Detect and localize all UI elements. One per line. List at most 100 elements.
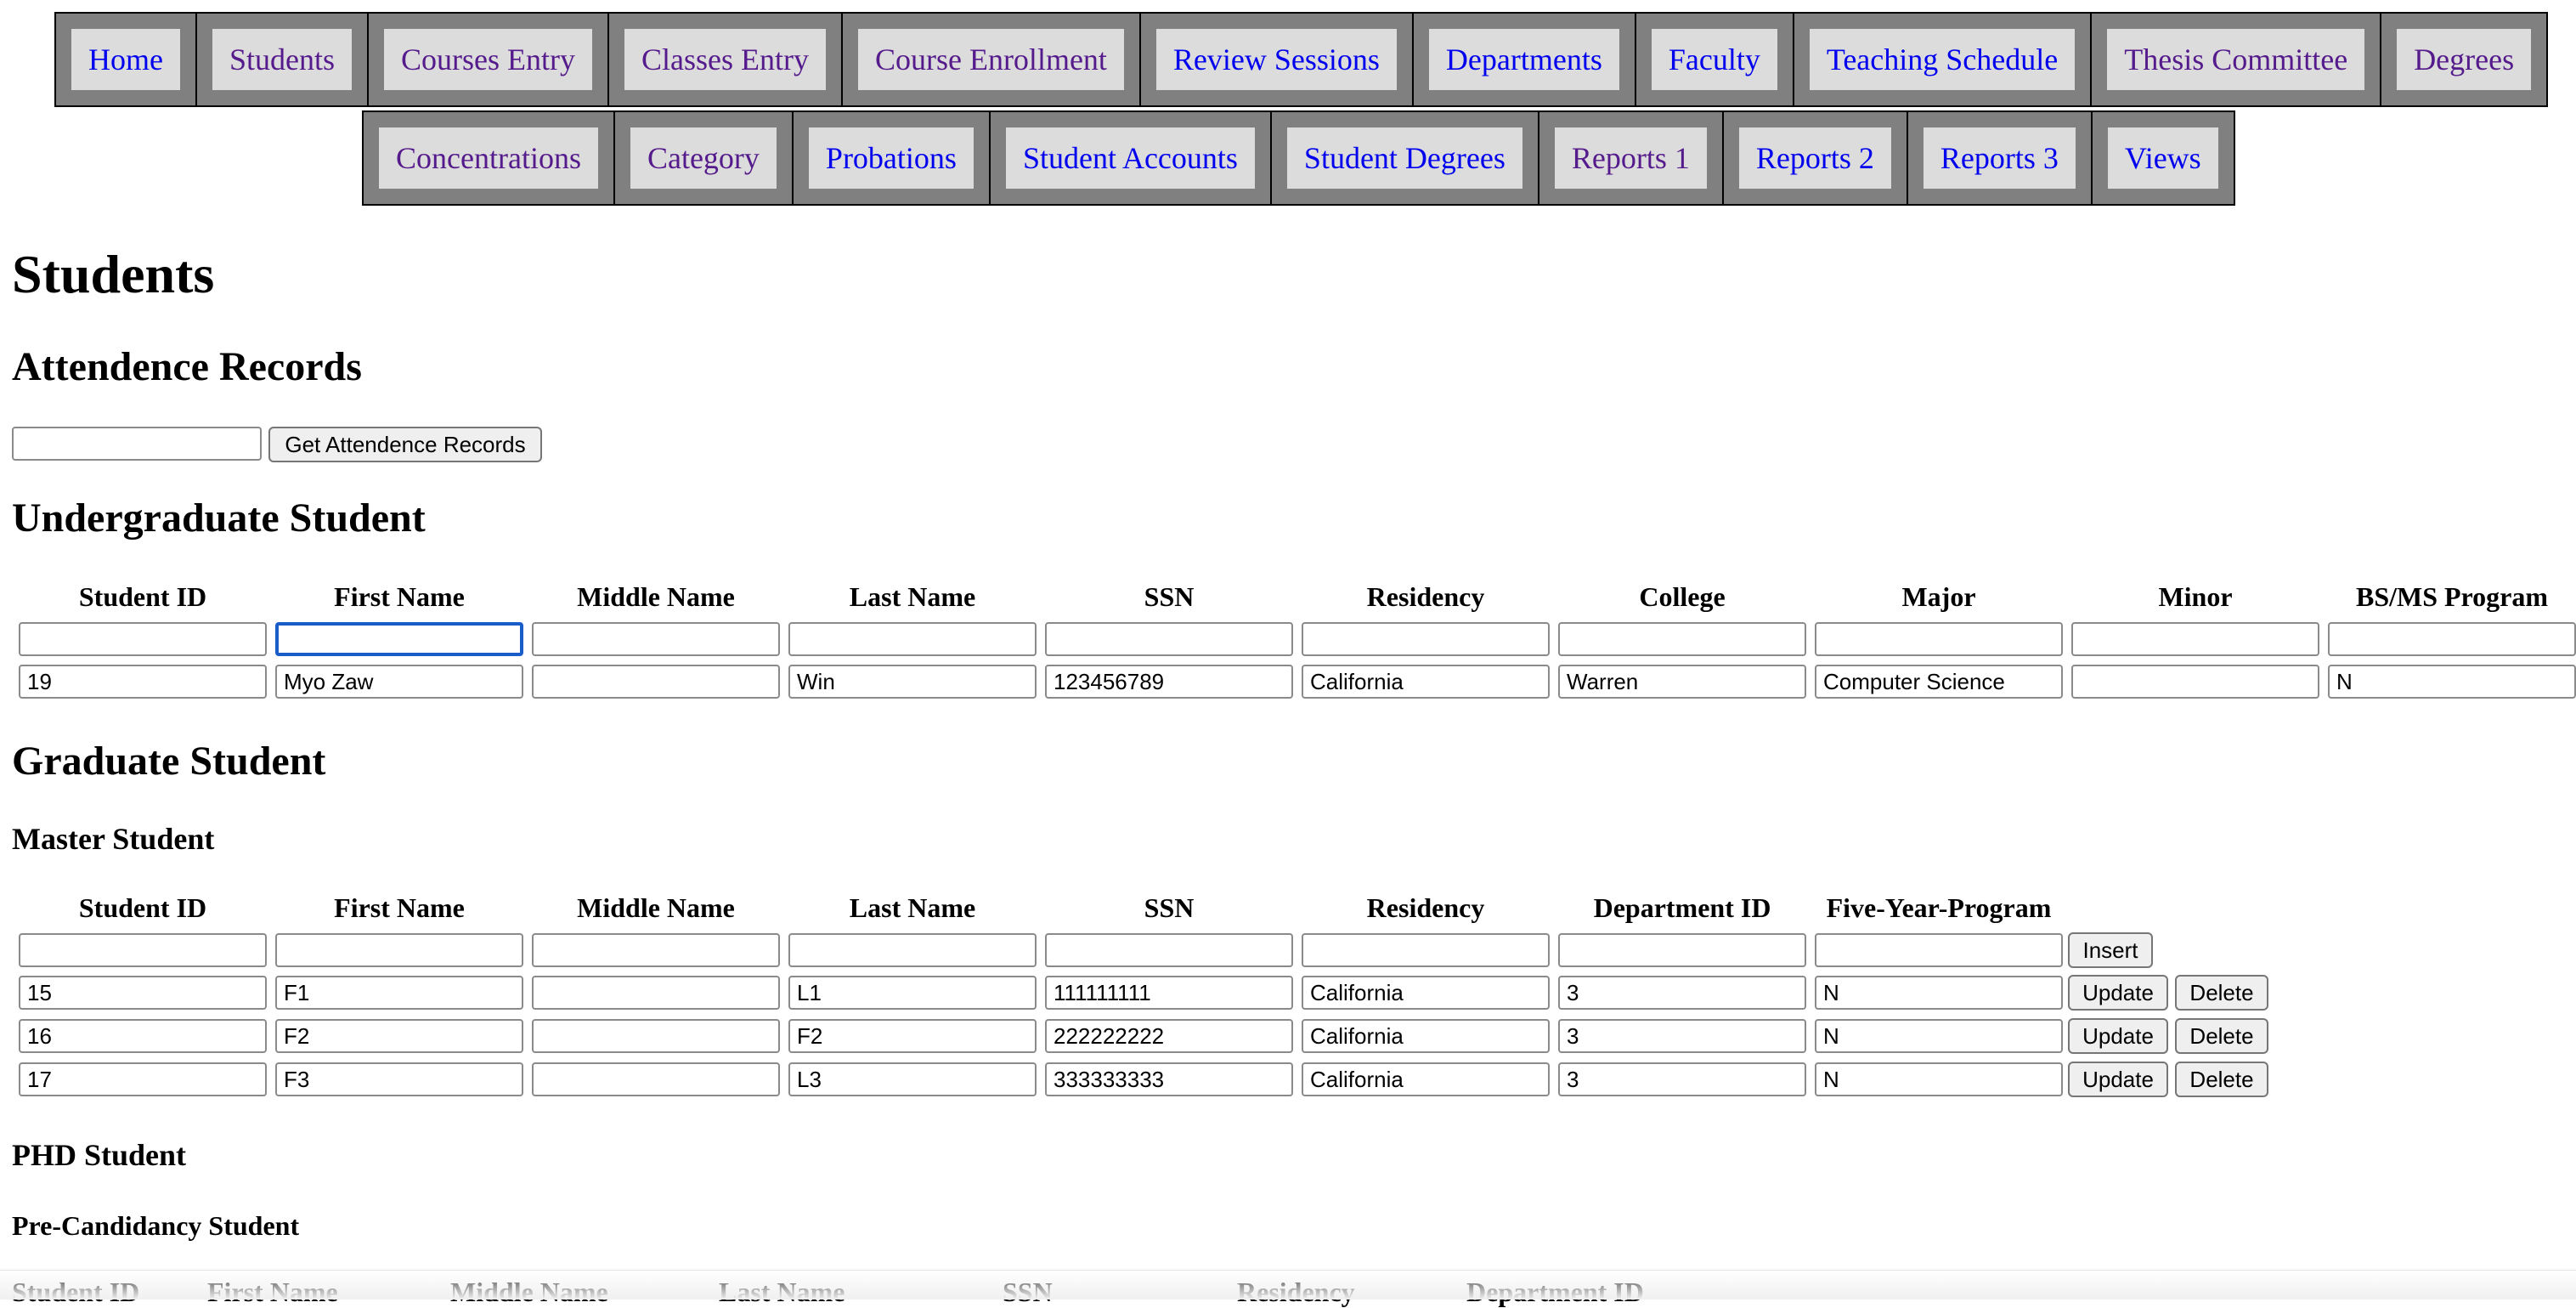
undergrad-row-field[interactable]: N (2328, 665, 2576, 699)
master-row-field[interactable]: F1 (275, 976, 523, 1010)
nav-cell: Classes Entry (607, 12, 843, 107)
insert-button[interactable]: Insert (2068, 932, 2153, 968)
undergrad-new-field[interactable] (19, 622, 267, 656)
master-row-field[interactable]: N (1815, 1019, 2063, 1053)
update-button[interactable]: Update (2068, 1062, 2168, 1097)
master-row-field[interactable] (532, 976, 780, 1010)
delete-button[interactable]: Delete (2175, 1018, 2268, 1054)
nav-link-thesis-committee[interactable]: Thesis Committee (2107, 29, 2365, 90)
master-row-field[interactable]: 3 (1558, 1019, 1806, 1053)
nav-link-home[interactable]: Home (71, 29, 180, 90)
master-new-field[interactable] (275, 933, 523, 967)
update-button[interactable]: Update (2068, 1018, 2168, 1054)
master-new-field[interactable] (1558, 933, 1806, 967)
master-row-field[interactable] (532, 1062, 780, 1096)
undergrad-new-field[interactable] (275, 622, 523, 656)
nav-cell: Home (54, 12, 197, 107)
delete-button[interactable]: Delete (2175, 1062, 2268, 1097)
master-new-field[interactable] (532, 933, 780, 967)
master-row-field[interactable]: California (1302, 1062, 1550, 1096)
undergrad-row-field[interactable]: Warren (1558, 665, 1806, 699)
undergrad-row-field[interactable] (532, 665, 780, 699)
nav-cell: Students (195, 12, 369, 107)
delete-button[interactable]: Delete (2175, 975, 2268, 1011)
undergrad-row-field[interactable]: California (1302, 665, 1550, 699)
page-title: Students (12, 244, 215, 304)
master-row-field[interactable]: 333333333 (1045, 1062, 1293, 1096)
nav-cell: Course Enrollment (840, 12, 1141, 107)
nav-link-teaching-schedule[interactable]: Teaching Schedule (1809, 29, 2076, 90)
nav-link-reports-1[interactable]: Reports 1 (1554, 127, 1707, 189)
nav-link-student-accounts[interactable]: Student Accounts (1005, 127, 1255, 189)
master-row-field[interactable] (532, 1019, 780, 1053)
attendance-input[interactable] (12, 427, 262, 461)
graduate-heading: Graduate Student (12, 739, 326, 784)
master-row-field[interactable]: N (1815, 976, 2063, 1010)
undergrad-new-field[interactable] (1558, 622, 1806, 656)
undergrad-row-field[interactable]: Win (788, 665, 1037, 699)
nav-link-courses-entry[interactable]: Courses Entry (384, 29, 592, 90)
nav-link-reports-3[interactable]: Reports 3 (1923, 127, 2076, 189)
master-row-field[interactable]: 16 (19, 1019, 267, 1053)
undergrad-new-field[interactable] (788, 622, 1037, 656)
master-row-field[interactable]: California (1302, 1019, 1550, 1053)
master-new-field[interactable] (1302, 933, 1550, 967)
nav-link-category[interactable]: Category (630, 127, 777, 189)
nav-cell: Departments (1411, 12, 1636, 107)
nav-link-students[interactable]: Students (212, 29, 352, 90)
master-row-field[interactable]: California (1302, 976, 1550, 1010)
undergrad-new-field[interactable] (532, 622, 780, 656)
nav-link-student-degrees[interactable]: Student Degrees (1286, 127, 1522, 189)
undergrad-new-field[interactable] (2071, 622, 2319, 656)
undergrad-new-field[interactable] (1045, 622, 1293, 656)
master-row-field[interactable]: L3 (788, 1062, 1037, 1096)
undergrad-new-field[interactable] (2328, 622, 2576, 656)
master-row-field[interactable]: L1 (788, 976, 1037, 1010)
master-row-field[interactable]: N (1815, 1062, 2063, 1096)
nav-link-departments[interactable]: Departments (1428, 29, 1619, 90)
master-row-field[interactable]: F3 (275, 1062, 523, 1096)
undergrad-row-field[interactable]: Myo Zaw (275, 665, 523, 699)
nav-link-classes-entry[interactable]: Classes Entry (624, 29, 826, 90)
master-new-field[interactable] (1815, 933, 2063, 967)
master-row-field[interactable]: F2 (275, 1019, 523, 1053)
master-row-field[interactable]: F2 (788, 1019, 1037, 1053)
column-header-residency: Residency (1366, 892, 1485, 923)
master-new-field[interactable] (19, 933, 267, 967)
nav-cell: Reports 1 (1537, 110, 1724, 206)
nav-link-course-enrollment[interactable]: Course Enrollment (857, 29, 1124, 90)
master-row-field[interactable]: 3 (1558, 1062, 1806, 1096)
column-header-student-id: Student ID (78, 892, 207, 923)
undergrad-row-field[interactable]: 123456789 (1045, 665, 1293, 699)
master-row-field[interactable]: 222222222 (1045, 1019, 1293, 1053)
undergrad-new-field[interactable] (1302, 622, 1550, 656)
update-button[interactable]: Update (2068, 975, 2168, 1011)
undergrad-row-field[interactable]: Computer Science (1815, 665, 2063, 699)
master-row-field[interactable]: 17 (19, 1062, 267, 1096)
nav-link-concentrations[interactable]: Concentrations (379, 127, 598, 189)
nav-cell: Reports 2 (1721, 110, 1908, 206)
master-new-field[interactable] (788, 933, 1037, 967)
undergrad-row-field[interactable]: 19 (19, 665, 267, 699)
column-header-student-id: Student ID (78, 581, 207, 612)
nav-cell: Views (2090, 110, 2235, 206)
get-attendance-button[interactable]: Get Attendence Records (268, 427, 542, 462)
nav-link-review-sessions[interactable]: Review Sessions (1155, 29, 1397, 90)
master-row-field[interactable]: 15 (19, 976, 267, 1010)
nav-link-faculty[interactable]: Faculty (1651, 29, 1777, 90)
nav-link-reports-2[interactable]: Reports 2 (1738, 127, 1891, 189)
nav-link-views[interactable]: Views (2107, 127, 2218, 189)
column-header-college: College (1639, 581, 1726, 612)
column-header-last-name: Last Name (849, 892, 976, 923)
master-row-field[interactable]: 3 (1558, 976, 1806, 1010)
nav-link-degrees[interactable]: Degrees (2397, 29, 2532, 90)
column-header-minor: Minor (2158, 581, 2233, 612)
nav-link-probations[interactable]: Probations (808, 127, 974, 189)
master-row-field[interactable]: 111111111 (1045, 976, 1293, 1010)
column-header-middle-name: Middle Name (577, 892, 735, 923)
viewport-bottom-edge (0, 1270, 2576, 1300)
nav-cell: Reports 3 (1906, 110, 2093, 206)
undergrad-new-field[interactable] (1815, 622, 2063, 656)
undergrad-row-field[interactable] (2071, 665, 2319, 699)
master-new-field[interactable] (1045, 933, 1293, 967)
